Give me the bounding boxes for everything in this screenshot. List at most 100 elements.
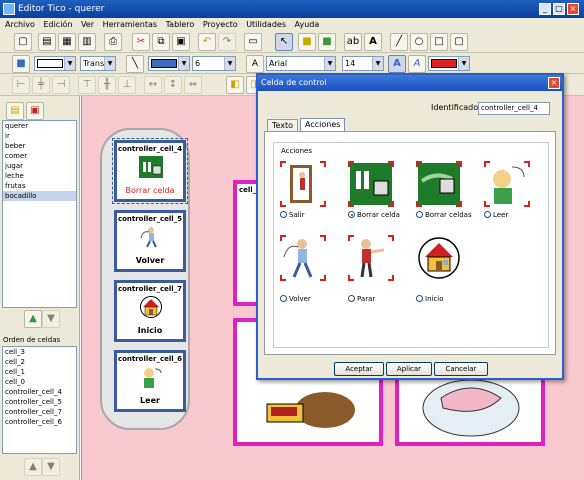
list-item[interactable]: cell_1 [3,367,76,377]
select-tool-icon[interactable]: ↖ [275,33,293,51]
paste-icon[interactable]: ▣ [172,33,190,51]
fill-color-icon[interactable]: ■ [12,55,30,73]
same-height-icon[interactable]: ↕ [164,76,182,94]
cancel-button[interactable]: Cancelar [434,362,488,376]
print-icon[interactable]: ⎙ [104,33,122,51]
tab-acciones[interactable]: Acciones [300,118,346,132]
accept-button[interactable]: Aceptar [334,362,384,376]
rounded-rectangle-tool-icon[interactable]: ▢ [450,33,468,51]
close-icon[interactable]: × [548,77,560,89]
list-item[interactable]: controller_cell_4 [3,387,76,397]
radio-salir[interactable]: Salir [280,211,305,219]
line-width-select[interactable]: 6 ▼ [192,56,236,71]
bold-icon[interactable]: A [388,55,406,73]
menu-herramientas[interactable]: Herramientas [103,18,158,31]
cell-tool-icon[interactable]: ■ [298,33,316,51]
new-board-icon[interactable]: ▢ [14,33,32,51]
align-left-icon[interactable]: ⊢ [12,76,30,94]
minimize-button[interactable]: _ [539,3,551,15]
list-item[interactable]: ir [3,131,76,141]
order-down-icon[interactable]: ▼ [42,458,60,476]
exit-door-icon[interactable] [280,161,326,207]
controller-cell-4[interactable]: controller_cell_4 Borrar celda [112,138,188,204]
menu-ayuda[interactable]: Ayuda [295,18,320,31]
move-down-icon[interactable]: ▼ [42,310,60,328]
list-item[interactable]: controller_cell_6 [3,417,76,427]
maximize-button[interactable]: □ [553,3,565,15]
align-middle-icon[interactable]: ╫ [98,76,116,94]
radio-borrar-celdas[interactable]: Borrar celdas [416,211,472,219]
order-up-icon[interactable]: ▲ [24,458,42,476]
list-item[interactable]: cell_2 [3,357,76,367]
controller-cell-6[interactable]: controller_cell_6 Leer [114,350,186,412]
list-item[interactable]: cell_3 [3,347,76,357]
list-item[interactable]: querer [3,121,76,131]
board-settings-icon[interactable]: ▭ [244,33,262,51]
board-preview-icon[interactable]: ▣ [26,102,44,120]
text-area-tool-icon[interactable]: ab [344,33,362,51]
radio-volver[interactable]: Volver [280,295,311,303]
move-up-icon[interactable]: ▲ [24,310,42,328]
list-item[interactable]: comer [3,151,76,161]
align-center-icon[interactable]: ╪ [32,76,50,94]
font-family-select[interactable]: Arial ▼ [266,56,336,71]
align-bottom-icon[interactable]: ⊥ [118,76,136,94]
same-width-icon[interactable]: ↔ [144,76,162,94]
open-icon[interactable]: ▤ [38,33,56,51]
redo-icon[interactable]: ↷ [218,33,236,51]
copy-icon[interactable]: ⧉ [152,33,170,51]
rectangle-tool-icon[interactable]: □ [430,33,448,51]
menu-ver[interactable]: Ver [81,18,94,31]
list-item[interactable]: controller_cell_5 [3,397,76,407]
list-item[interactable]: cell_0 [3,377,76,387]
identifier-field[interactable]: controller_cell_4 [478,102,550,115]
cut-icon[interactable]: ✂ [132,33,150,51]
controller-cell-5[interactable]: controller_cell_5 Volver [114,210,186,272]
home-icon[interactable] [416,235,462,281]
menu-tablero[interactable]: Tablero [166,18,195,31]
save-icon[interactable]: ▦ [58,33,76,51]
list-item-selected[interactable]: bocadillo [3,191,76,201]
go-back-icon[interactable] [280,235,326,281]
text-color-select[interactable]: ▼ [428,56,470,71]
menu-archivo[interactable]: Archivo [5,18,35,31]
align-top-icon[interactable]: ⊤ [78,76,96,94]
line-color-select[interactable]: ▼ [148,56,190,71]
menu-edicion[interactable]: Edición [43,18,72,31]
fill-color-select[interactable]: ▼ [34,56,76,71]
line-tool-icon[interactable]: ╱ [390,33,408,51]
font-size-select[interactable]: 14 ▼ [342,56,384,71]
menu-utilidades[interactable]: Utilidades [246,18,286,31]
list-item[interactable]: controller_cell_7 [3,407,76,417]
controller-cell-tool-icon[interactable]: ■ [318,33,336,51]
erase-cell-icon[interactable] [348,161,394,207]
list-item[interactable]: frutas [3,181,76,191]
label-tool-icon[interactable]: A [364,33,382,51]
stop-icon[interactable] [348,235,394,281]
save-as-icon[interactable]: ▥ [78,33,96,51]
undo-icon[interactable]: ↶ [198,33,216,51]
read-icon[interactable] [484,161,530,207]
radio-borrar-celda[interactable]: Borrar celda [348,211,400,219]
font-icon[interactable]: A [246,55,264,73]
dialog-title: Celda de control [258,75,562,91]
radio-leer[interactable]: Leer [484,211,508,219]
erase-cells-icon[interactable] [416,161,462,207]
transparency-select[interactable]: Trans ▼ [80,56,116,71]
align-right-icon[interactable]: ⊣ [52,76,70,94]
radio-inicio[interactable]: Inicio [416,295,444,303]
radio-parar[interactable]: Parar [348,295,375,303]
list-item[interactable]: jugar [3,161,76,171]
list-item[interactable]: beber [3,141,76,151]
menu-proyecto[interactable]: Proyecto [203,18,238,31]
italic-icon[interactable]: A [408,55,426,73]
circle-tool-icon[interactable]: ○ [410,33,428,51]
bring-front-icon[interactable]: ◧ [226,76,244,94]
list-item[interactable]: leche [3,171,76,181]
apply-button[interactable]: Aplicar [386,362,432,376]
controller-cell-7[interactable]: controller_cell_7 Inicio [114,280,186,342]
same-size-icon[interactable]: ⇔ [184,76,202,94]
new-board-page-icon[interactable]: ▤ [6,102,24,120]
line-style-icon[interactable]: ╲ [126,55,144,73]
close-window-button[interactable]: × [567,3,579,15]
